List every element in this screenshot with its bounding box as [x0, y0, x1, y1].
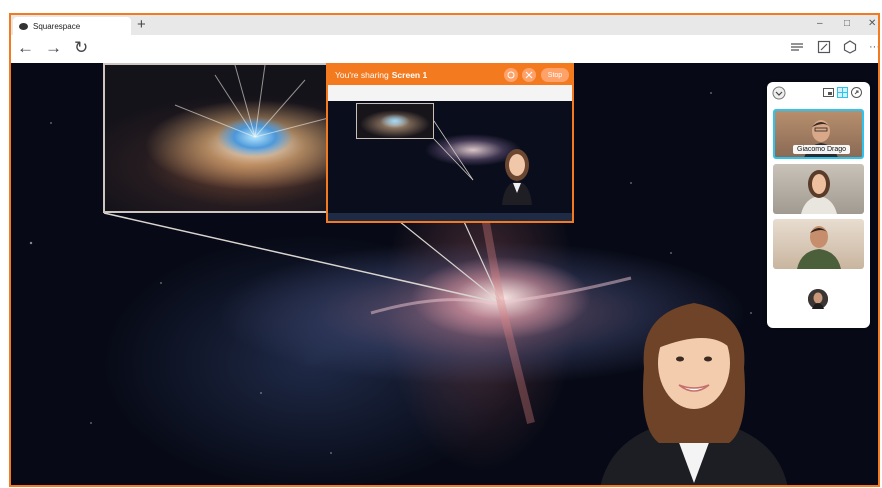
sharing-screen-name: Screen 1: [391, 70, 428, 80]
panel-header: [767, 82, 870, 104]
browser-toolbar: ← → ↻ ···: [11, 35, 878, 63]
screen-share-preview: You're sharing Screen 1 Stop: [326, 63, 574, 223]
minimize-button[interactable]: –: [817, 18, 823, 29]
grid-view-icon[interactable]: [837, 87, 848, 98]
maximize-button[interactable]: □: [844, 18, 850, 29]
new-tab-button[interactable]: +: [137, 16, 146, 33]
share-settings-button[interactable]: [522, 68, 536, 82]
collapse-chevron-icon[interactable]: [772, 86, 786, 100]
close-button[interactable]: ✕: [868, 18, 876, 29]
participant-avatar[interactable]: [808, 289, 828, 309]
tab-bar: Squarespace + – □ ✕: [11, 15, 878, 35]
pop-out-icon[interactable]: [851, 87, 862, 98]
menu-icon[interactable]: [790, 40, 804, 54]
pause-icon: [507, 71, 515, 79]
browser-window: Squarespace + – □ ✕ ← → ↻ ··· You're sha…: [9, 13, 880, 487]
participants-panel: Giacomo Drago: [767, 82, 870, 328]
mini-taskbar: [328, 213, 572, 221]
participant-name-label: Giacomo Drago: [793, 145, 851, 154]
page-content: You're sharing Screen 1 Stop: [11, 63, 878, 485]
forward-icon[interactable]: →: [45, 38, 62, 58]
participant-tile-3[interactable]: [773, 219, 864, 269]
participant-tile-giacomo[interactable]: Giacomo Drago: [773, 109, 864, 159]
mini-presenter-image: [502, 149, 532, 205]
squarespace-favicon-icon: [19, 22, 28, 30]
extensions-icon[interactable]: [843, 40, 857, 54]
back-icon[interactable]: ←: [17, 38, 34, 58]
participant-tile-2[interactable]: [773, 164, 864, 214]
stop-sharing-button[interactable]: Stop: [541, 68, 569, 82]
tab-title: Squarespace: [33, 21, 81, 31]
picture-in-picture-icon[interactable]: [823, 87, 834, 98]
edit-icon[interactable]: [817, 40, 831, 54]
more-icon[interactable]: ···: [869, 41, 878, 53]
pause-share-button[interactable]: [504, 68, 518, 82]
shared-screen-thumbnail: [328, 85, 572, 221]
avatar-photo: [808, 289, 828, 309]
reload-icon[interactable]: ↻: [74, 38, 88, 58]
tab-squarespace[interactable]: Squarespace: [13, 17, 131, 35]
sharing-text: You're sharing: [335, 70, 389, 80]
settings-icon: [525, 71, 533, 79]
participant-video: [801, 170, 837, 214]
participant-video: [797, 226, 841, 269]
